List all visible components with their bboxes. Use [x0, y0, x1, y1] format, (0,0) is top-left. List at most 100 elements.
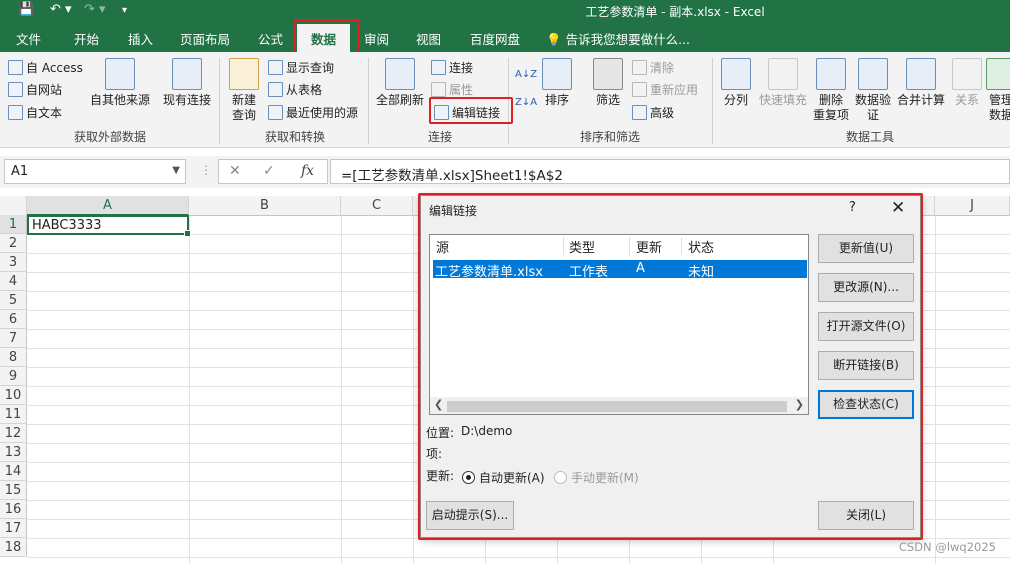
row-header[interactable]: 12	[0, 424, 27, 443]
close-icon[interactable]: ✕	[891, 198, 905, 218]
row-header[interactable]: 6	[0, 310, 27, 329]
watermark: CSDN @lwq2025	[898, 540, 996, 554]
column-header-c[interactable]: C	[341, 196, 413, 216]
sort-button[interactable]: 排序	[540, 56, 574, 108]
refresh-all-button[interactable]: 全部刷新	[372, 56, 428, 108]
horizontal-scrollbar[interactable]: ❮ ❯	[430, 397, 808, 414]
insert-function-icon[interactable]: fx	[301, 163, 314, 179]
from-access-button[interactable]: 自 Access	[8, 57, 83, 77]
update-values-button[interactable]: 更新值(U)	[818, 234, 914, 263]
name-box-dropdown-icon[interactable]: ▼	[172, 165, 180, 176]
help-icon[interactable]: ?	[849, 200, 856, 215]
cell-a1[interactable]: HABC3333	[27, 215, 191, 237]
tell-me-box[interactable]: 💡 告诉我您想要做什么...	[546, 29, 690, 48]
column-header-source[interactable]: 源	[436, 237, 449, 256]
tab-page-layout[interactable]: 页面布局	[180, 29, 230, 48]
filter-button[interactable]: 筛选	[590, 56, 626, 108]
reapply-button[interactable]: 重新应用	[632, 79, 698, 99]
column-header-status[interactable]: 状态	[688, 237, 714, 256]
data-validation-button[interactable]: 数据验 证	[852, 56, 894, 123]
edit-links-icon	[434, 104, 449, 120]
recent-sources-button[interactable]: 最近使用的源	[268, 102, 358, 122]
column-header-update[interactable]: 更新	[636, 237, 662, 256]
manual-update-radio[interactable]: 手动更新(M)	[554, 469, 639, 486]
text-to-columns-button[interactable]: 分列	[718, 56, 754, 108]
tab-view[interactable]: 视图	[416, 29, 441, 48]
row-header[interactable]: 5	[0, 291, 27, 310]
auto-update-radio[interactable]: 自动更新(A)	[462, 469, 545, 486]
from-text-button[interactable]: 自文本	[8, 102, 62, 122]
row-header[interactable]: 13	[0, 443, 27, 462]
row-header[interactable]: 10	[0, 386, 27, 405]
row-header[interactable]: 1	[0, 215, 27, 234]
window-title: 工艺参数清单 - 副本.xlsx - Excel	[585, 5, 765, 19]
row-header[interactable]: 8	[0, 348, 27, 367]
tab-insert[interactable]: 插入	[128, 29, 153, 48]
tab-review[interactable]: 审阅	[364, 29, 389, 48]
ribbon-tabs: 文件 开始 插入 页面布局 公式 数据 审阅 视图 百度网盘 💡 告诉我您想要做…	[0, 22, 1010, 52]
existing-connections-button[interactable]: 现有连接	[160, 56, 214, 108]
tab-data[interactable]: 数据	[297, 24, 351, 52]
scrollbar-thumb[interactable]	[447, 401, 787, 412]
properties-button[interactable]: 属性	[431, 79, 473, 99]
edit-links-button[interactable]: 编辑链接	[434, 102, 500, 122]
link-row[interactable]: 工艺参数清单.xlsx 工作表 A 未知	[433, 260, 807, 280]
startup-prompt-button[interactable]: 启动提示(S)...	[426, 501, 514, 530]
filter-icon	[593, 58, 623, 90]
row-header[interactable]: 2	[0, 234, 27, 253]
radio-unselected-icon	[554, 471, 567, 484]
tab-home[interactable]: 开始	[74, 29, 99, 48]
select-all-corner[interactable]	[0, 196, 27, 216]
tab-baidu-netdisk[interactable]: 百度网盘	[470, 29, 520, 48]
flash-fill-button[interactable]: 快速填充	[756, 56, 810, 108]
remove-duplicates-button[interactable]: 删除 重复项	[811, 56, 851, 123]
row-header[interactable]: 17	[0, 519, 27, 538]
clear-filter-button[interactable]: 清除	[632, 57, 674, 77]
gridline	[27, 538, 1010, 539]
manage-data-model-button[interactable]: 管理 数据	[986, 56, 1010, 123]
change-source-button[interactable]: 更改源(N)...	[818, 273, 914, 302]
links-list[interactable]: 源 类型 更新 状态 工艺参数清单.xlsx 工作表 A 未知 ❮ ❯	[429, 234, 809, 415]
name-box[interactable]: A1 ▼	[4, 159, 186, 184]
tab-formulas[interactable]: 公式	[258, 29, 283, 48]
formula-bar: A1 ▼ ⋮ ✕ ✓ fx =[工艺参数清单.xlsx]Sheet1!$A$2	[0, 156, 1010, 188]
row-header[interactable]: 14	[0, 462, 27, 481]
row-header[interactable]: 16	[0, 500, 27, 519]
sort-za-button[interactable]: Z↓A	[515, 92, 537, 112]
new-query-button[interactable]: 新建 查询	[222, 56, 266, 123]
check-status-button[interactable]: 检查状态(C)	[818, 390, 914, 419]
cancel-icon[interactable]: ✕	[229, 163, 241, 179]
row-header[interactable]: 18	[0, 538, 27, 557]
advanced-filter-button[interactable]: 高级	[632, 102, 674, 122]
row-header[interactable]: 3	[0, 253, 27, 272]
from-table-button[interactable]: 从表格	[268, 79, 322, 99]
open-source-button[interactable]: 打开源文件(O)	[818, 312, 914, 341]
enter-icon[interactable]: ✓	[263, 163, 275, 179]
show-queries-button[interactable]: 显示查询	[268, 57, 334, 77]
tab-file[interactable]: 文件	[16, 29, 41, 48]
break-link-button[interactable]: 断开链接(B)	[818, 351, 914, 380]
sort-az-button[interactable]: A↓Z	[515, 64, 537, 84]
column-header-a[interactable]: A	[27, 196, 189, 216]
column-header-type[interactable]: 类型	[569, 237, 595, 256]
row-header[interactable]: 4	[0, 272, 27, 291]
column-header-j[interactable]: J	[935, 196, 1010, 216]
scroll-right-icon[interactable]: ❯	[795, 398, 804, 411]
from-other-sources-button[interactable]: 自其他来源	[88, 56, 152, 108]
row-header[interactable]: 11	[0, 405, 27, 424]
row-header[interactable]: 7	[0, 329, 27, 348]
group-get-transform-label: 获取和转换	[264, 130, 325, 144]
row-header[interactable]: 15	[0, 481, 27, 500]
relationships-button[interactable]: 关系	[950, 56, 984, 108]
connections-button[interactable]: 连接	[431, 57, 473, 77]
data-validation-icon	[858, 58, 888, 90]
scroll-left-icon[interactable]: ❮	[434, 398, 443, 411]
column-header-b[interactable]: B	[189, 196, 341, 216]
gridline	[27, 557, 1010, 558]
consolidate-button[interactable]: 合并计算	[894, 56, 948, 108]
close-button[interactable]: 关闭(L)	[818, 501, 914, 530]
ribbon-separator	[712, 58, 713, 144]
row-header[interactable]: 9	[0, 367, 27, 386]
from-web-button[interactable]: 自网站	[8, 79, 62, 99]
formula-input[interactable]: =[工艺参数清单.xlsx]Sheet1!$A$2	[330, 159, 1010, 184]
